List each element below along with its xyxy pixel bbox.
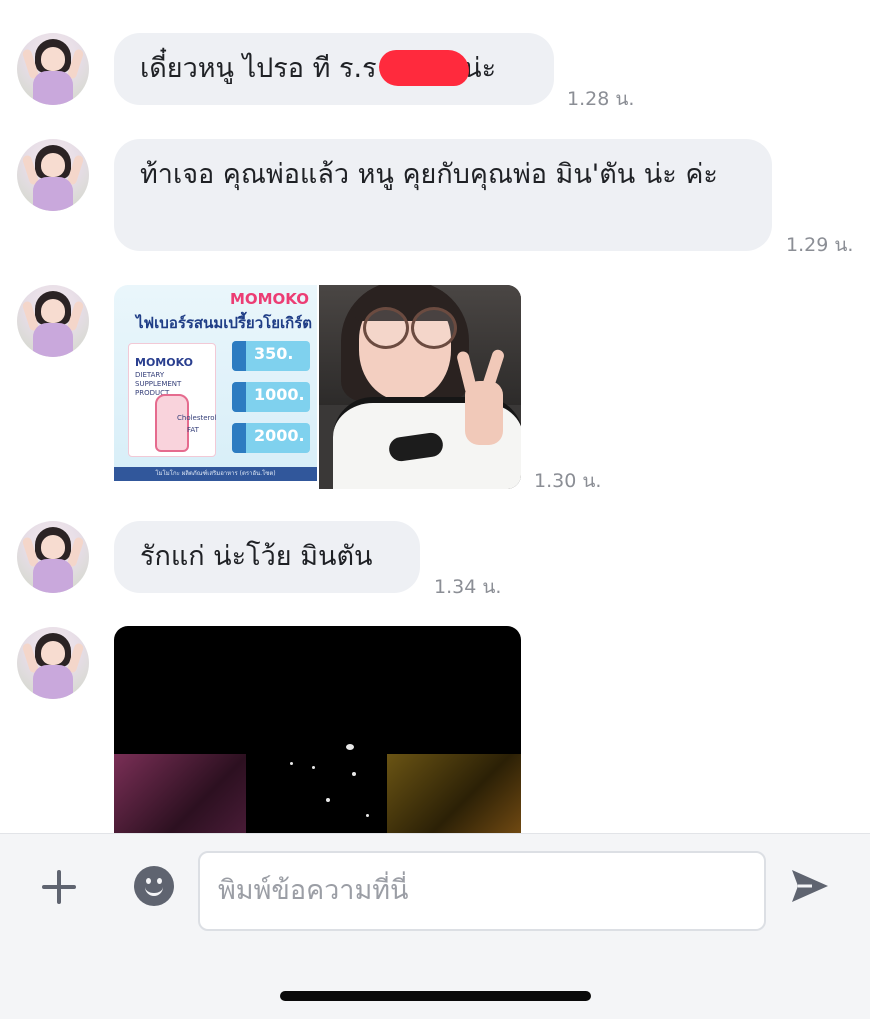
- message-text: รักแก่ น่ะโว้ย มินตัน: [140, 541, 373, 572]
- poster-title: ไฟเบอร์รสนมเปรี้ยวโยเกิร์ต: [136, 314, 313, 332]
- message-bubble[interactable]: ท้าเจอ คุณพ่อแล้ว หนู คุยกับคุณพ่อ มิน'ต…: [114, 139, 772, 251]
- box-line: DIETARY: [135, 371, 165, 379]
- message-time: 1.34 น.: [434, 576, 502, 598]
- message-time: 1.28 น.: [567, 88, 635, 110]
- plus-icon[interactable]: [38, 866, 80, 908]
- poster-brand: MOMOKO: [229, 290, 309, 308]
- redaction-mark: [379, 49, 470, 86]
- price-value: 2000.: [254, 426, 305, 445]
- box-line: Cholesterol: [177, 414, 217, 422]
- price-tag: 2000.: [232, 423, 310, 453]
- message-bubble[interactable]: เดี๋ยวหนู ไปรอ ที ร.ร น่ะ: [114, 33, 554, 105]
- message-time: 1.29 น.: [786, 234, 854, 256]
- emoji-icon[interactable]: [134, 866, 174, 906]
- price-value: 1000.: [254, 385, 305, 404]
- avatar[interactable]: [17, 139, 89, 211]
- message-text: ท้าเจอ คุณพ่อแล้ว หนู คุยกับคุณพ่อ มิน'ต…: [140, 159, 718, 190]
- product-poster-image[interactable]: MOMOKO ไฟเบอร์รสนมเปรี้ยวโยเกิร์ต MOMOKO…: [114, 285, 317, 481]
- message-input[interactable]: พิมพ์ข้อความที่นี่: [198, 851, 766, 931]
- box-line: SUPPLEMENT: [135, 380, 182, 388]
- message-time: 1.30 น.: [534, 470, 602, 492]
- poster-footer: โมโมโกะ ผลิตภัณฑ์เสริมอาหาร (ตราอัน.โซต): [114, 467, 317, 481]
- avatar[interactable]: [17, 521, 89, 593]
- bottle-illustration: [155, 394, 189, 452]
- selfie-photo-image[interactable]: [319, 285, 521, 489]
- message-text: เดี๋ยวหนู ไปรอ ที ร.ร: [140, 53, 377, 84]
- box-line: FAT: [187, 426, 199, 434]
- price-value: 350.: [254, 344, 294, 363]
- send-icon[interactable]: [788, 866, 832, 906]
- home-indicator: [280, 991, 591, 1001]
- avatar[interactable]: [17, 627, 89, 699]
- image-message[interactable]: MOMOKO ไฟเบอร์รสนมเปรี้ยวโยเกิร์ต MOMOKO…: [114, 285, 521, 489]
- box-brand: MOMOKO: [135, 356, 193, 369]
- avatar[interactable]: [17, 33, 89, 105]
- avatar[interactable]: [17, 285, 89, 357]
- chat-area: เดี๋ยวหนู ไปรอ ที ร.ร น่ะ 1.28 น. ท้าเจอ…: [0, 0, 870, 833]
- price-tag: 1000.: [232, 382, 310, 412]
- product-box: MOMOKO DIETARY SUPPLEMENT PRODUCT Choles…: [128, 343, 217, 457]
- video-message[interactable]: [114, 626, 521, 833]
- message-bubble[interactable]: รักแก่ น่ะโว้ย มินตัน: [114, 521, 420, 593]
- price-tag: 350.: [232, 341, 310, 371]
